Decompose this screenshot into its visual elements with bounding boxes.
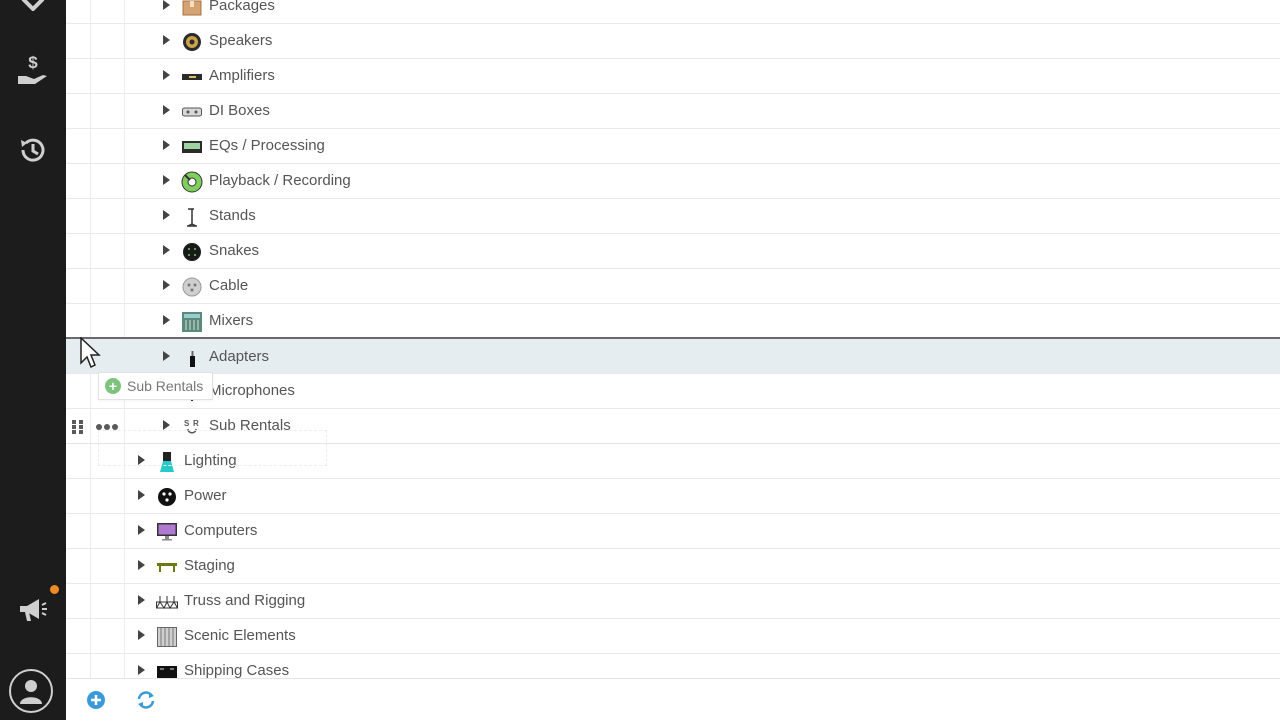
tree-row[interactable]: DI Boxes [66, 94, 1280, 129]
tree-row[interactable]: Staging [66, 549, 1280, 584]
expand-toggle[interactable] [138, 630, 145, 640]
tree-row[interactable]: Computers [66, 514, 1280, 549]
tree-row[interactable]: Power [66, 479, 1280, 514]
tree-row-label: Staging [184, 557, 235, 574]
tree-row[interactable]: Cable [66, 269, 1280, 304]
tree-row[interactable]: Speakers [66, 24, 1280, 59]
megaphone-icon[interactable] [0, 588, 66, 632]
tree-row[interactable]: Mixers [66, 304, 1280, 339]
playback-icon [181, 171, 203, 193]
tree-row[interactable]: Amplifiers [66, 59, 1280, 94]
drag-placeholder [98, 430, 327, 466]
refresh-icon[interactable] [135, 689, 157, 711]
tree-row-label: DI Boxes [209, 102, 270, 119]
drag-ghost: + Sub Rentals [98, 372, 213, 400]
staging-icon [156, 556, 178, 578]
expand-toggle[interactable] [163, 351, 170, 361]
tree-row[interactable]: Packages [66, 0, 1280, 24]
computer-icon [156, 521, 178, 543]
tree-row-label: Cable [209, 277, 249, 294]
notification-dot [50, 585, 59, 594]
expand-toggle[interactable] [163, 140, 170, 150]
package-icon [181, 0, 203, 18]
amplifier-icon [181, 66, 203, 88]
tree-row-label: Packages [209, 0, 275, 14]
tree-row-drop-target[interactable]: Adapters [66, 337, 1280, 374]
tree-row[interactable]: Stands [66, 199, 1280, 234]
tree-row-label: Scenic Elements [184, 627, 296, 644]
adapter-icon [181, 347, 203, 369]
cable-icon [181, 276, 203, 298]
tree-row[interactable]: Playback / Recording [66, 164, 1280, 199]
svg-text:$: $ [28, 53, 38, 72]
expand-toggle[interactable] [163, 420, 170, 430]
expand-toggle[interactable] [138, 525, 145, 535]
expand-toggle[interactable] [163, 315, 170, 325]
expand-toggle[interactable] [163, 245, 170, 255]
expand-toggle[interactable] [163, 0, 170, 10]
expand-toggle[interactable] [138, 490, 145, 500]
tree-row[interactable]: Microphones [66, 374, 1280, 409]
tree-row[interactable]: Shipping Cases [66, 654, 1280, 678]
drag-ghost-label: Sub Rentals [127, 378, 204, 394]
tree-row[interactable]: EQs / Processing [66, 129, 1280, 164]
expand-toggle[interactable] [163, 175, 170, 185]
tree-row[interactable]: Scenic Elements [66, 619, 1280, 654]
tree-footer [66, 678, 1280, 721]
dollar-hand-icon[interactable]: $ [0, 48, 66, 92]
tree-row-label: Shipping Cases [184, 662, 290, 678]
eq-icon [181, 136, 203, 158]
tree-row[interactable]: Snakes [66, 234, 1280, 269]
svg-text:S: S [184, 419, 190, 428]
scenic-icon [156, 626, 178, 648]
svg-text:R: R [193, 419, 199, 428]
history-icon[interactable] [0, 128, 66, 172]
drag-handle-icon[interactable] [71, 419, 85, 435]
expand-toggle[interactable] [138, 595, 145, 605]
mixer-icon [181, 311, 203, 333]
tree-row[interactable]: Truss and Rigging [66, 584, 1280, 619]
tree-row-label: Mixers [209, 312, 254, 329]
app-sidebar: $ [0, 0, 66, 720]
tree-row-label: EQs / Processing [209, 137, 325, 154]
tree-row-label: Truss and Rigging [184, 592, 306, 609]
tree-row-label: Snakes [209, 242, 260, 259]
shipping-case-icon [156, 661, 178, 678]
expand-toggle[interactable] [163, 35, 170, 45]
expand-toggle[interactable] [163, 210, 170, 220]
sidebar-top-icon[interactable] [0, 0, 66, 26]
tree-row-label: Speakers [209, 32, 273, 49]
tree-row-label: Adapters [209, 348, 270, 365]
tree-row-label: Stands [209, 207, 256, 224]
tree-row-label: Playback / Recording [209, 172, 351, 189]
expand-toggle[interactable] [138, 665, 145, 675]
tree-row-label: Power [184, 487, 227, 504]
expand-toggle[interactable] [138, 560, 145, 570]
mouse-cursor-icon [80, 337, 101, 369]
snake-icon [181, 241, 203, 263]
expand-toggle[interactable] [163, 280, 170, 290]
add-icon[interactable] [85, 689, 107, 711]
expand-toggle[interactable] [163, 70, 170, 80]
stand-icon [181, 206, 203, 228]
tree-row-label: Microphones [209, 382, 295, 399]
category-tree: Packages Speakers Amplifiers DI Boxes EQ… [66, 0, 1280, 678]
user-avatar-icon[interactable] [9, 669, 53, 713]
speaker-icon [181, 31, 203, 53]
tree-row-label: Amplifiers [209, 67, 275, 84]
tree-row-label: Computers [184, 522, 258, 539]
expand-toggle[interactable] [163, 105, 170, 115]
power-icon [156, 486, 178, 508]
di-box-icon [181, 101, 203, 123]
truss-icon [156, 591, 178, 613]
add-indicator-icon: + [105, 378, 121, 394]
